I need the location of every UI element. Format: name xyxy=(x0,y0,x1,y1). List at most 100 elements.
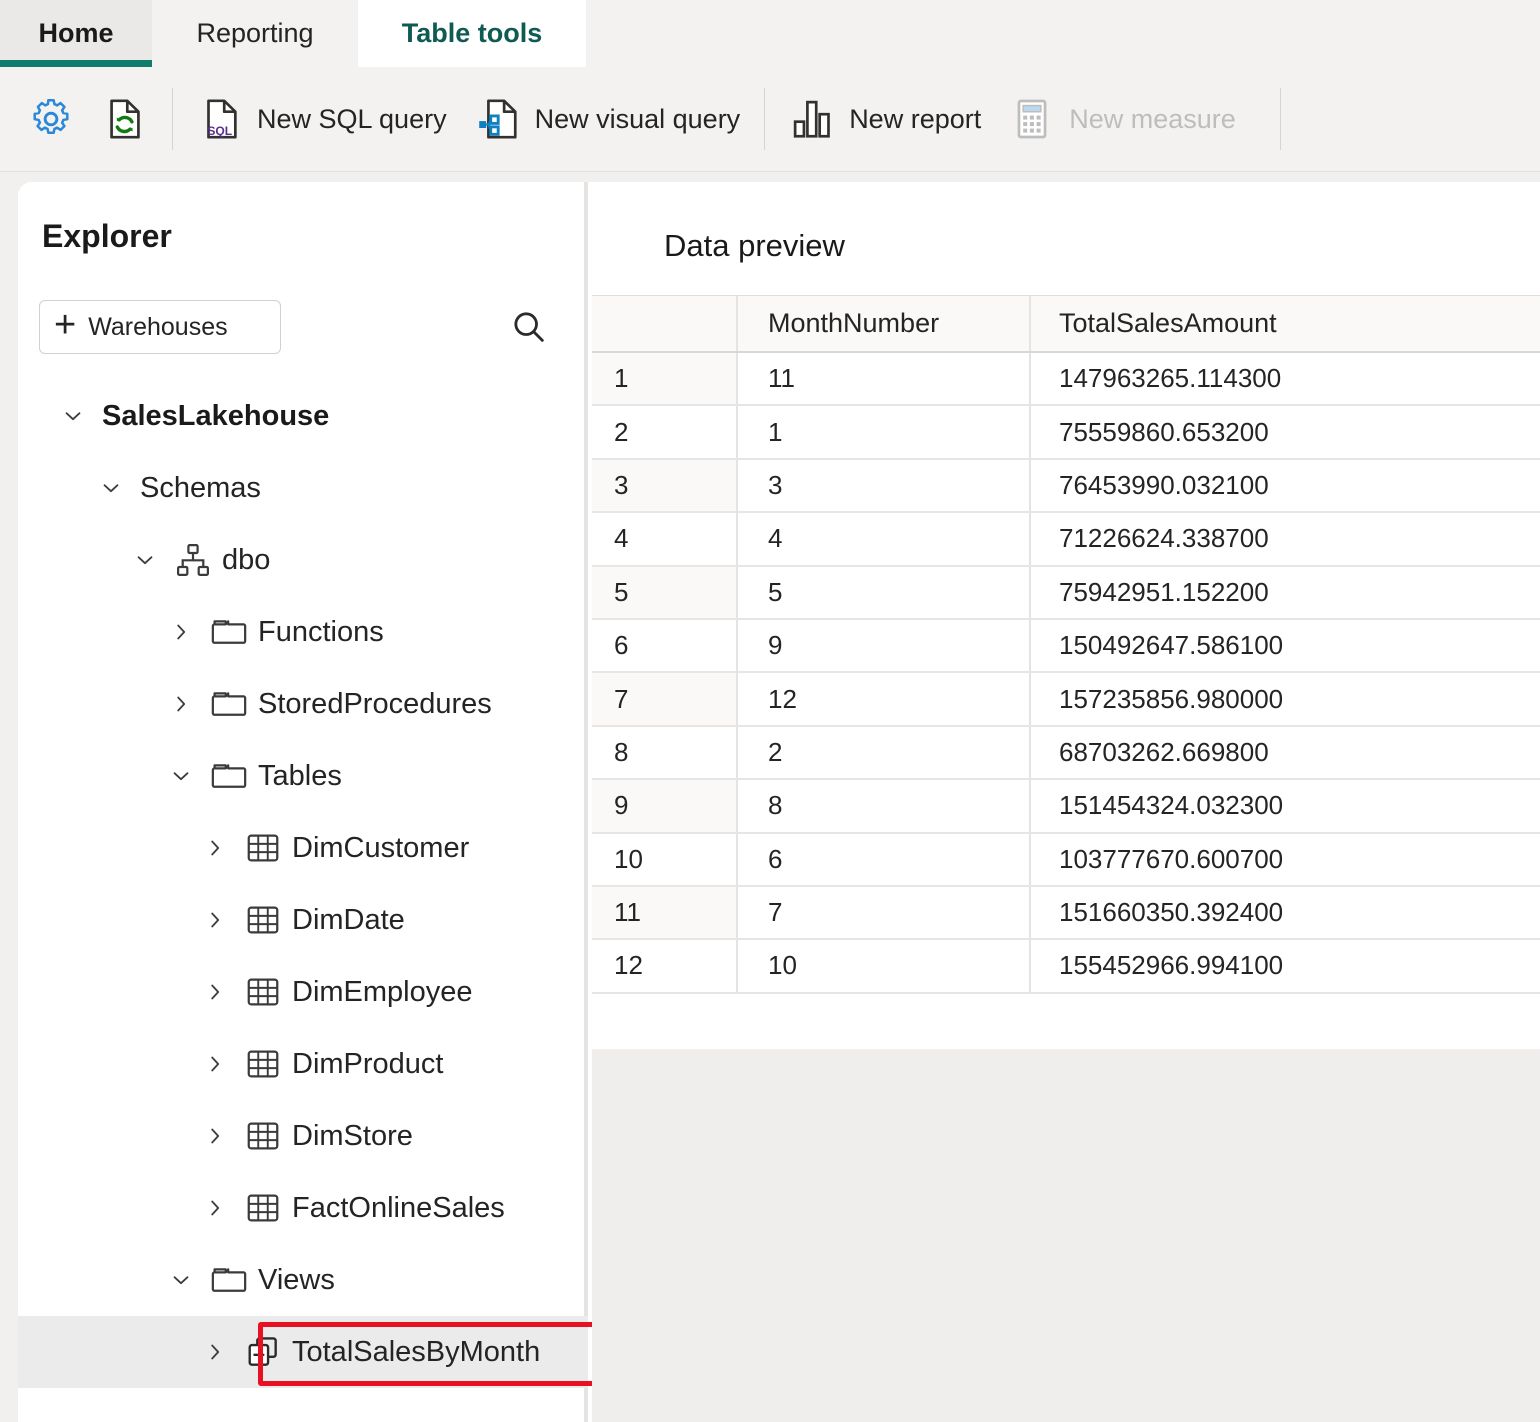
cell-monthnumber: 2 xyxy=(738,726,1031,779)
tree-item-dimproduct[interactable]: DimProduct xyxy=(18,1028,588,1100)
chevron-right-icon xyxy=(211,912,220,928)
tree-expander[interactable] xyxy=(166,617,196,647)
tree-expander[interactable] xyxy=(130,545,160,575)
tree-expander[interactable] xyxy=(200,1049,230,1079)
tree-expander[interactable] xyxy=(200,833,230,863)
cell-monthnumber: 11 xyxy=(738,353,1031,405)
cell-row-index: 8 xyxy=(592,726,738,779)
tree-item-tables[interactable]: Tables xyxy=(18,740,588,812)
tree-item-dimcustomer[interactable]: DimCustomer xyxy=(18,812,588,884)
table-icon xyxy=(247,834,279,862)
cell-totalsalesamount: 155452966.994100 xyxy=(1059,950,1284,981)
sql-file-icon: SQL xyxy=(207,99,237,139)
new-visual-query-label: New visual query xyxy=(534,103,741,134)
table-row[interactable]: 2 1 75559860.653200 xyxy=(592,406,1540,460)
new-visual-query-button[interactable]: New visual query xyxy=(461,84,755,154)
chevron-right-icon xyxy=(211,1344,220,1360)
cell-totalsalesamount: 75559860.653200 xyxy=(1059,416,1269,447)
grid-empty-area xyxy=(592,1049,1540,1422)
table-row[interactable]: 6 9 150492647.586100 xyxy=(592,619,1540,674)
tree-item-functions[interactable]: Functions xyxy=(18,596,588,668)
table-row[interactable]: 1 11 147963265.114300 xyxy=(592,353,1540,407)
column-header-index[interactable] xyxy=(592,296,738,351)
cell-monthnumber: 6 xyxy=(738,833,1031,885)
tree-expander[interactable] xyxy=(200,905,230,935)
chevron-down-icon xyxy=(65,412,81,421)
column-header-totalsalesamount[interactable]: TotalSalesAmount xyxy=(1031,296,1540,351)
cell-totalsalesamount: 151454324.032300 xyxy=(1059,790,1284,821)
table-row[interactable]: 12 10 155452966.994100 xyxy=(592,940,1540,994)
table-row[interactable]: 10 6 103777670.600700 xyxy=(592,833,1540,887)
refresh-button[interactable] xyxy=(88,84,162,154)
tab-table-tools[interactable]: Table tools xyxy=(358,0,586,67)
table-row[interactable]: 7 12 157235856.980000 xyxy=(592,673,1540,727)
cell-row-index: 1 xyxy=(592,353,738,405)
table-row[interactable]: 8 2 68703262.669800 xyxy=(592,726,1540,781)
chevron-right-icon xyxy=(211,1200,220,1216)
data-preview-title: Data preview xyxy=(664,228,845,263)
tree-item-label: DimCustomer xyxy=(292,831,470,864)
tree-item-dimstore[interactable]: DimStore xyxy=(18,1100,588,1172)
table-row[interactable]: 4 4 71226624.338700 xyxy=(592,513,1540,567)
table-icon xyxy=(247,1194,279,1222)
tree-expander[interactable] xyxy=(166,1265,196,1295)
tree-expander[interactable] xyxy=(96,473,126,503)
warehouses-label: Warehouses xyxy=(88,312,228,341)
tree-item-saleslakehouse[interactable]: SalesLakehouse xyxy=(18,380,588,452)
table-row[interactable]: 11 7 151660350.392400 xyxy=(592,886,1540,941)
folder-icon xyxy=(211,1268,247,1292)
new-sql-query-label: New SQL query xyxy=(257,103,447,134)
tree-item-label: DimEmployee xyxy=(292,975,473,1008)
explorer-search-button[interactable] xyxy=(501,299,557,355)
table-row[interactable]: 5 5 75942951.152200 xyxy=(592,566,1540,620)
tree-expander[interactable] xyxy=(200,1193,230,1223)
tree-item-schemas[interactable]: Schemas xyxy=(18,452,588,524)
tree-item-label: DimStore xyxy=(292,1119,413,1152)
view-icon xyxy=(248,1337,277,1366)
cell-monthnumber: 1 xyxy=(738,406,1031,458)
tree-item-label: StoredProcedures xyxy=(258,687,492,720)
table-icon xyxy=(247,978,279,1006)
tree-item-totalsalesbymonth[interactable]: TotalSalesByMonth xyxy=(18,1316,613,1388)
tree-item-label: Functions xyxy=(258,615,384,648)
chevron-right-icon xyxy=(211,840,220,856)
new-sql-query-button[interactable]: SQL New SQL query xyxy=(183,84,461,154)
chevron-down-icon xyxy=(173,772,189,781)
tree-item-dimemployee[interactable]: DimEmployee xyxy=(18,956,588,1028)
cell-monthnumber: 3 xyxy=(738,459,1031,512)
tab-reporting[interactable]: Reporting xyxy=(160,0,350,67)
settings-button[interactable] xyxy=(14,84,88,154)
tree-expander[interactable] xyxy=(200,1337,230,1367)
table-row[interactable]: 3 3 76453990.032100 xyxy=(592,459,1540,514)
tree-expander[interactable] xyxy=(200,1121,230,1151)
new-report-button[interactable]: New report xyxy=(775,84,995,154)
add-warehouses-button[interactable]: + Warehouses xyxy=(39,300,281,354)
new-measure-label: New measure xyxy=(1069,103,1236,134)
cell-row-index: 3 xyxy=(592,459,738,512)
table-row[interactable]: 9 8 151454324.032300 xyxy=(592,780,1540,834)
explorer-tree: SalesLakehouse Schemas dbo Functions StoredP… xyxy=(18,380,613,1388)
tree-expander[interactable] xyxy=(166,761,196,791)
tree-item-factonlinesales[interactable]: FactOnlineSales xyxy=(18,1172,588,1244)
content-card: Explorer + Warehouses SalesLakehouse Sche… xyxy=(18,182,1540,1422)
cell-totalsalesamount: 151660350.392400 xyxy=(1059,897,1284,928)
cell-totalsalesamount: 76453990.032100 xyxy=(1059,469,1269,500)
cell-row-index: 6 xyxy=(592,619,738,672)
cell-monthnumber: 7 xyxy=(738,886,1031,939)
tree-item-views[interactable]: Views xyxy=(18,1244,588,1316)
tree-expander[interactable] xyxy=(166,689,196,719)
tree-item-label: TotalSalesByMonth xyxy=(292,1335,541,1368)
tree-item-dimdate[interactable]: DimDate xyxy=(18,884,588,956)
tree-expander[interactable] xyxy=(58,401,88,431)
cell-row-index: 5 xyxy=(592,566,738,618)
new-measure-button[interactable]: New measure xyxy=(995,84,1250,154)
tab-home[interactable]: Home xyxy=(0,0,152,67)
cell-row-index: 4 xyxy=(592,513,738,565)
column-header-monthnumber[interactable]: MonthNumber xyxy=(738,296,1031,351)
tree-item-dbo[interactable]: dbo xyxy=(18,524,588,596)
search-icon xyxy=(514,312,544,342)
tree-expander[interactable] xyxy=(200,977,230,1007)
tree-item-storedprocedures[interactable]: StoredProcedures xyxy=(18,668,588,740)
chevron-right-icon xyxy=(211,1056,220,1072)
chevron-down-icon xyxy=(103,484,119,493)
